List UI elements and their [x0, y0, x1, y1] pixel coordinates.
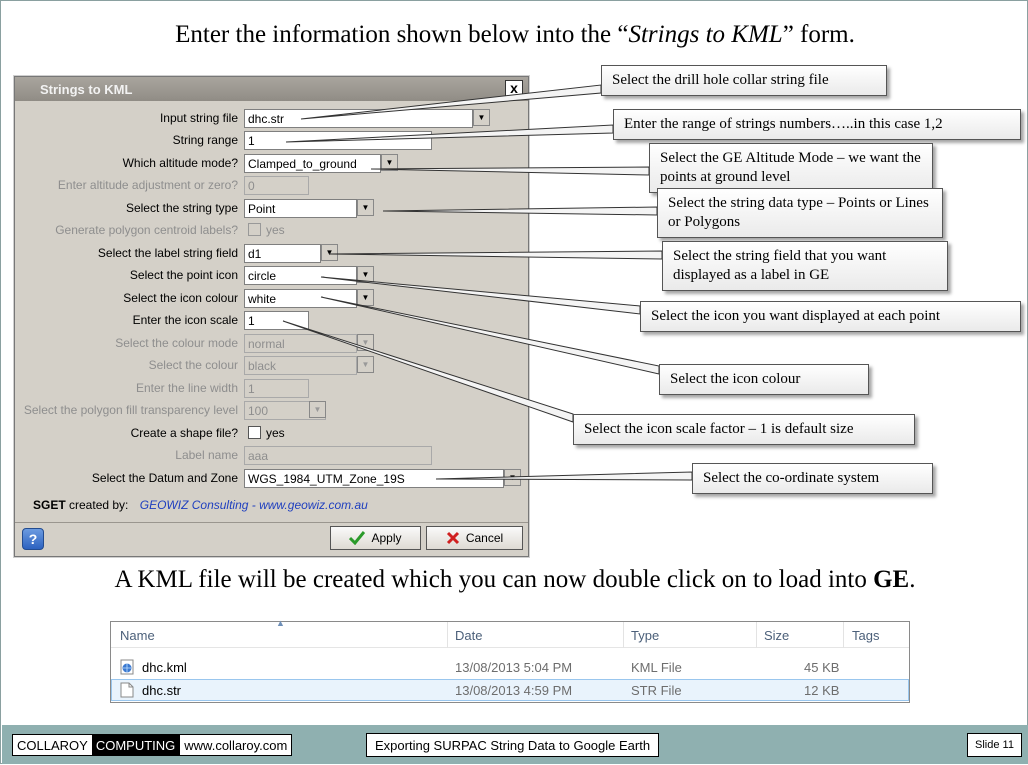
- file-list-header: Name ▲ Date Type Size Tags: [111, 618, 909, 648]
- callout-icon-colour: Select the icon colour: [659, 364, 869, 395]
- file-date: 13/08/2013 5:04 PM: [455, 660, 573, 675]
- file-type: STR File: [631, 683, 682, 698]
- pointer-coord: [435, 471, 693, 481]
- brand-url[interactable]: www.collaroy.com: [179, 735, 292, 755]
- pointer-altitude: [370, 166, 650, 176]
- column-size[interactable]: Size: [764, 628, 789, 643]
- callout-collar-file: Select the drill hole collar string file: [601, 65, 887, 96]
- column-tags[interactable]: Tags: [852, 628, 879, 643]
- footer-title: Exporting SURPAC String Data to Google E…: [366, 733, 660, 757]
- file-date: 13/08/2013 4:59 PM: [455, 683, 573, 698]
- file-name: dhc.kml: [142, 660, 187, 675]
- file-list: Name ▲ Date Type Size Tags dhc.kml 13/08…: [110, 618, 910, 703]
- kml-info-suffix: .: [909, 566, 916, 593]
- sort-up-icon: ▲: [276, 618, 285, 628]
- callout-icon-scale: Select the icon scale factor – 1 is defa…: [573, 414, 915, 445]
- pointer-icon: [320, 276, 641, 315]
- footer-brand: COLLAROY COMPUTING www.collaroy.com: [12, 734, 293, 756]
- file-size: 12 KB: [804, 683, 840, 698]
- file-name: dhc.str: [142, 683, 182, 698]
- pointer-range: [285, 124, 614, 143]
- file-icon: [120, 682, 134, 698]
- footer-bar: COLLAROY COMPUTING www.collaroy.com Expo…: [2, 725, 1028, 764]
- pointer-icon-scale: [282, 320, 574, 423]
- column-name[interactable]: Name: [120, 628, 155, 643]
- pointer-data-type: [382, 206, 658, 216]
- file-type: KML File: [631, 660, 682, 675]
- file-size: 45 KB: [804, 660, 840, 675]
- brand-collaroy: COLLAROY: [13, 735, 92, 755]
- file-row[interactable]: dhc.kml 13/08/2013 5:04 PM KML File 45 K…: [111, 656, 909, 678]
- slide: Enter the information shown below into t…: [0, 0, 1028, 764]
- brand-computing: COMPUTING: [91, 735, 180, 755]
- callout-data-type: Select the string data type – Points or …: [657, 188, 943, 238]
- pointer-label-field: [328, 250, 663, 260]
- kml-file-icon: [120, 659, 134, 675]
- callout-range: Enter the range of strings numbers…..in …: [613, 109, 1021, 140]
- callout-coord: Select the co-ordinate system: [692, 463, 933, 494]
- slide-number: Slide 11: [967, 733, 1022, 757]
- column-type[interactable]: Type: [631, 628, 659, 643]
- column-date[interactable]: Date: [455, 628, 482, 643]
- callout-altitude: Select the GE Altitude Mode – we want th…: [649, 143, 933, 193]
- callout-label-field: Select the string field that you want di…: [662, 241, 948, 291]
- file-row[interactable]: dhc.str 13/08/2013 4:59 PM STR File 12 K…: [111, 679, 909, 701]
- kml-info-text: A KML file will be created which you can…: [1, 566, 1028, 594]
- kml-info-bold: GE: [873, 566, 910, 593]
- pointer-collar-file: [300, 84, 602, 120]
- kml-info-prefix: A KML file will be created which you can…: [114, 566, 874, 593]
- callout-icon: Select the icon you want displayed at ea…: [640, 301, 1021, 332]
